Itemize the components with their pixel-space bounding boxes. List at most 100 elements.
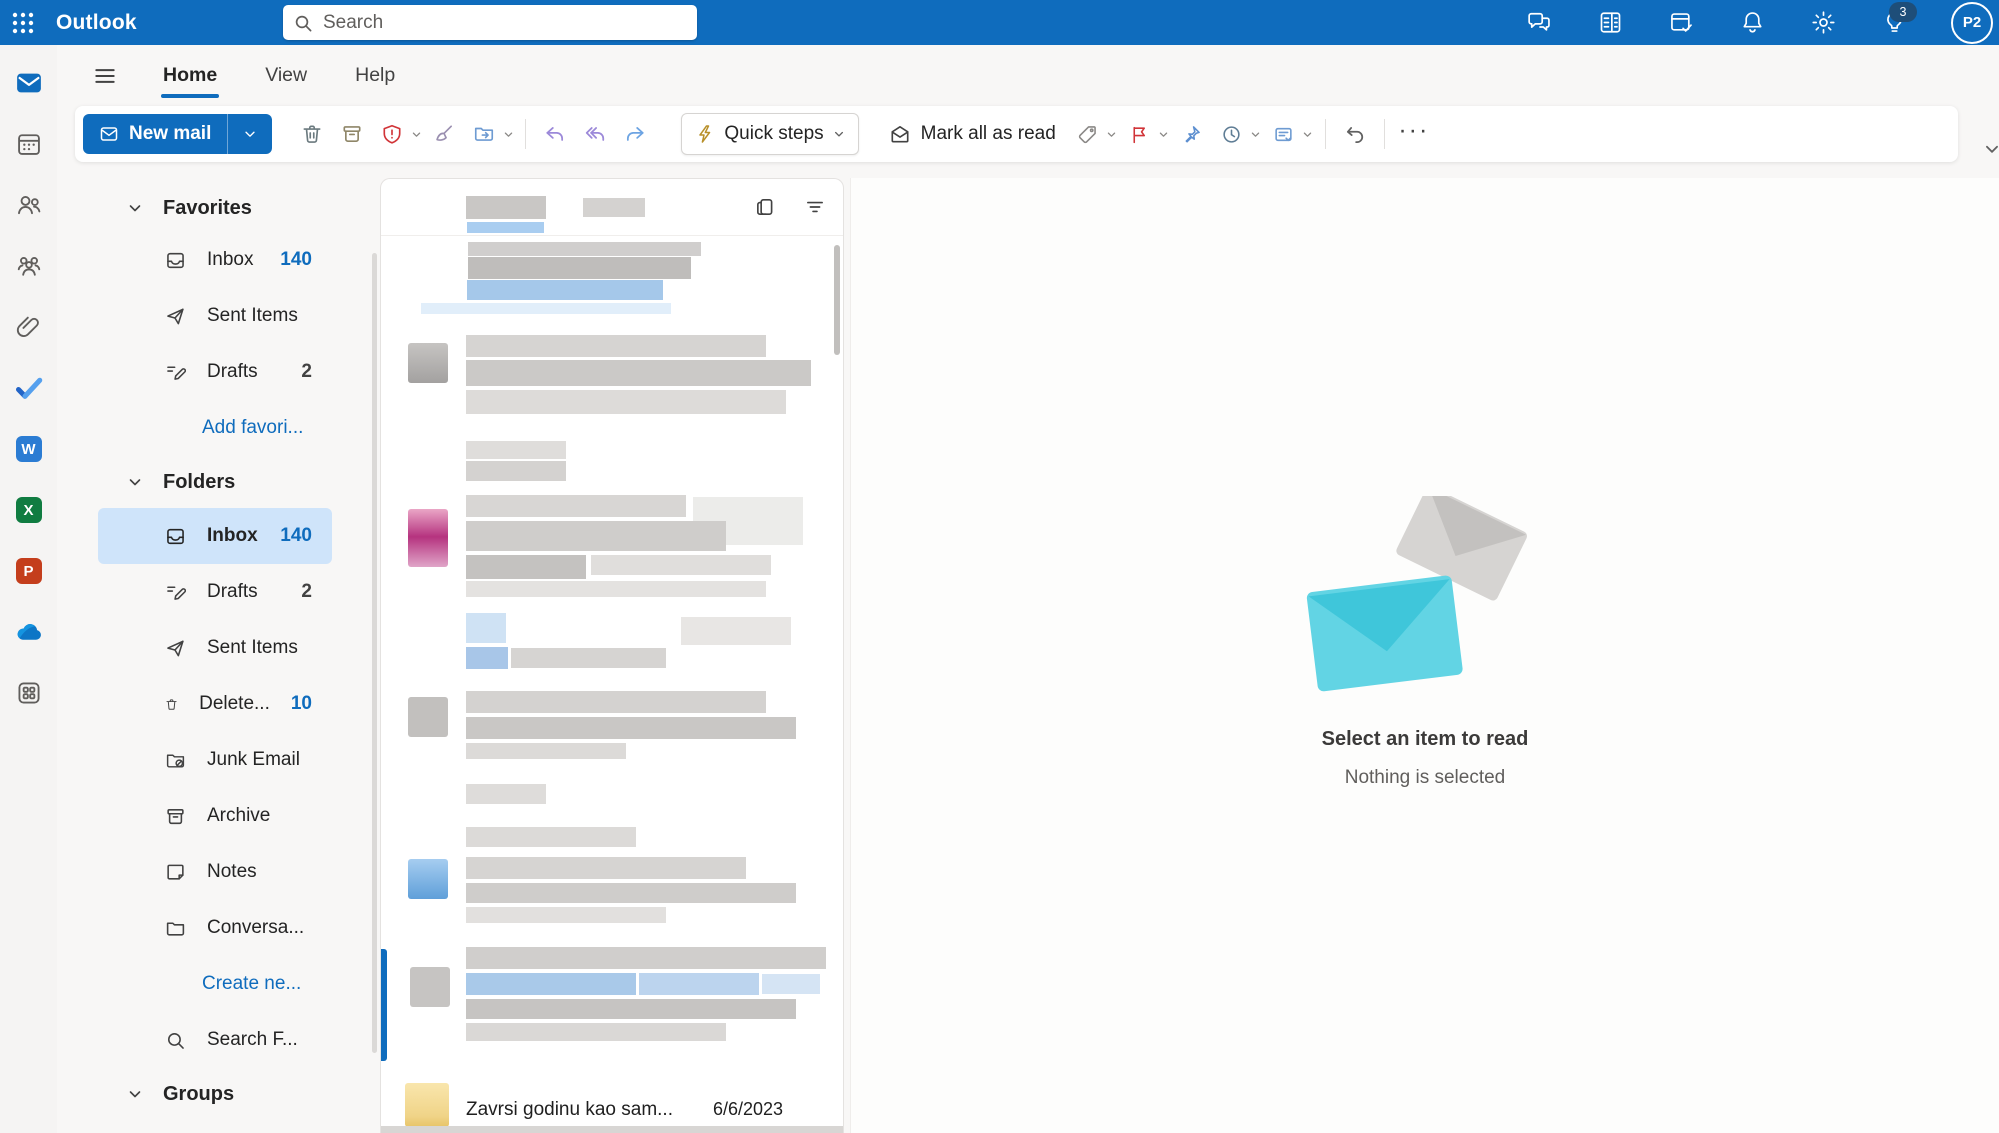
- reply-all-button[interactable]: [575, 114, 615, 154]
- tips-button[interactable]: 3: [1880, 9, 1908, 37]
- email-subject[interactable]: Zavrsi godinu kao sam...: [466, 1099, 673, 1121]
- pin-button[interactable]: [1172, 114, 1212, 154]
- archive-button[interactable]: [332, 114, 372, 154]
- my-day-button[interactable]: [1667, 9, 1695, 37]
- select-messages-button[interactable]: [751, 193, 779, 221]
- report-shield-icon: [381, 123, 403, 145]
- email-list-item[interactable]: [381, 819, 843, 935]
- app-launcher-button[interactable]: [0, 0, 46, 45]
- folders-search-folders[interactable]: Search F...: [98, 1012, 332, 1068]
- gear-icon: [1810, 9, 1837, 36]
- folders-conversation-history[interactable]: Conversa...: [98, 900, 332, 956]
- rail-groups-button[interactable]: [9, 246, 49, 286]
- new-mail-split-button[interactable]: New mail: [83, 114, 272, 154]
- favorites-inbox[interactable]: Inbox 140: [98, 232, 332, 288]
- folder-label: Delete...: [199, 693, 270, 715]
- folder-label: Notes: [207, 861, 257, 883]
- rail-calendar-button[interactable]: [9, 124, 49, 164]
- redacted-text-block: [466, 907, 666, 923]
- folders-junk-email[interactable]: Junk Email: [98, 732, 332, 788]
- rules-button[interactable]: [1264, 114, 1304, 154]
- redacted-avatar: [408, 509, 448, 567]
- rail-more-apps-button[interactable]: [9, 673, 49, 713]
- quick-steps-button[interactable]: Quick steps: [681, 113, 858, 155]
- message-list-scrollbar[interactable]: [834, 245, 840, 355]
- item-count: 10: [291, 693, 312, 715]
- categorize-dropdown-chevron[interactable]: [1104, 129, 1120, 140]
- email-list-item[interactable]: [381, 685, 843, 769]
- favorites-sent-items[interactable]: Sent Items: [98, 288, 332, 344]
- reply-button[interactable]: [535, 114, 575, 154]
- folders-deleted-items[interactable]: Delete... 10: [98, 676, 332, 732]
- filter-button[interactable]: [801, 193, 829, 221]
- bell-icon: [1739, 9, 1766, 36]
- account-avatar[interactable]: P2: [1951, 2, 1993, 44]
- rail-files-button[interactable]: [9, 307, 49, 347]
- flag-dropdown-chevron[interactable]: [1156, 129, 1172, 140]
- tab-home[interactable]: Home: [143, 45, 237, 106]
- add-favorite-link[interactable]: Add favori...: [98, 400, 332, 456]
- new-mail-dropdown[interactable]: [227, 114, 272, 154]
- create-new-folder-link[interactable]: Create ne...: [98, 956, 332, 1012]
- email-list-item-selected[interactable]: [381, 939, 843, 1077]
- settings-button[interactable]: [1809, 9, 1837, 37]
- report-dropdown-chevron[interactable]: [408, 129, 424, 140]
- folder-pane-scrollbar[interactable]: [372, 253, 377, 1053]
- flag-button[interactable]: [1120, 114, 1160, 154]
- move-to-button[interactable]: [464, 114, 504, 154]
- folder-pane-toggle-button[interactable]: [85, 58, 125, 94]
- rail-excel-button[interactable]: X: [9, 490, 49, 530]
- email-list-item[interactable]: [381, 609, 843, 675]
- favorites-section-header[interactable]: Favorites: [57, 184, 378, 232]
- folders-inbox[interactable]: Inbox 140: [98, 508, 332, 564]
- redacted-text-block: [468, 257, 691, 279]
- more-options-button[interactable]: ···: [1394, 114, 1434, 154]
- rail-onedrive-button[interactable]: [9, 612, 49, 652]
- feed-button[interactable]: [1596, 9, 1624, 37]
- favorites-drafts[interactable]: Drafts 2: [98, 344, 332, 400]
- rail-people-button[interactable]: [9, 185, 49, 225]
- email-list-item[interactable]: [381, 235, 843, 325]
- sweep-button[interactable]: [424, 114, 464, 154]
- onedrive-cloud-icon: [14, 617, 44, 647]
- rail-powerpoint-button[interactable]: P: [9, 551, 49, 591]
- rail-mail-button[interactable]: [9, 63, 49, 103]
- email-list-item[interactable]: [381, 491, 843, 609]
- move-to-dropdown-chevron[interactable]: [500, 129, 516, 140]
- categorize-button[interactable]: [1068, 114, 1108, 154]
- folders-notes[interactable]: Notes: [98, 844, 332, 900]
- search-icon: [293, 13, 313, 33]
- ribbon-tab-list: Home View Help: [143, 45, 415, 106]
- snooze-dropdown-chevron[interactable]: [1248, 129, 1264, 140]
- folder-label: Drafts: [207, 361, 258, 383]
- redacted-text-block: [421, 303, 671, 314]
- report-button[interactable]: [372, 114, 412, 154]
- notifications-button[interactable]: [1738, 9, 1766, 37]
- folders-drafts[interactable]: Drafts 2: [98, 564, 332, 620]
- folders-sent-items[interactable]: Sent Items: [98, 620, 332, 676]
- item-count: 2: [301, 581, 312, 603]
- groups-section-header[interactable]: Groups: [57, 1068, 378, 1120]
- rules-dropdown-chevron[interactable]: [1300, 129, 1316, 140]
- teams-chat-button[interactable]: [1525, 9, 1553, 37]
- search-bar[interactable]: [283, 5, 697, 40]
- rail-todo-button[interactable]: [9, 368, 49, 408]
- undo-button[interactable]: [1335, 114, 1375, 154]
- tab-help[interactable]: Help: [335, 45, 415, 106]
- folders-archive[interactable]: Archive: [98, 788, 332, 844]
- collapse-ribbon-button[interactable]: [1983, 140, 1999, 158]
- delete-button[interactable]: [292, 114, 332, 154]
- rail-word-button[interactable]: W: [9, 429, 49, 469]
- search-input[interactable]: [321, 11, 687, 35]
- snooze-button[interactable]: [1212, 114, 1252, 154]
- search-icon: [165, 1030, 186, 1051]
- tab-view[interactable]: View: [245, 45, 327, 106]
- folders-section-header[interactable]: Folders: [57, 456, 378, 508]
- chevron-down-icon: [127, 1086, 143, 1102]
- people-icon: [15, 191, 43, 219]
- ellipsis-icon: ···: [1398, 120, 1429, 148]
- forward-button[interactable]: [615, 114, 655, 154]
- mark-all-as-read-button[interactable]: Mark all as read: [877, 114, 1068, 154]
- email-list-item[interactable]: [381, 329, 843, 429]
- new-mail-button[interactable]: New mail: [83, 114, 227, 154]
